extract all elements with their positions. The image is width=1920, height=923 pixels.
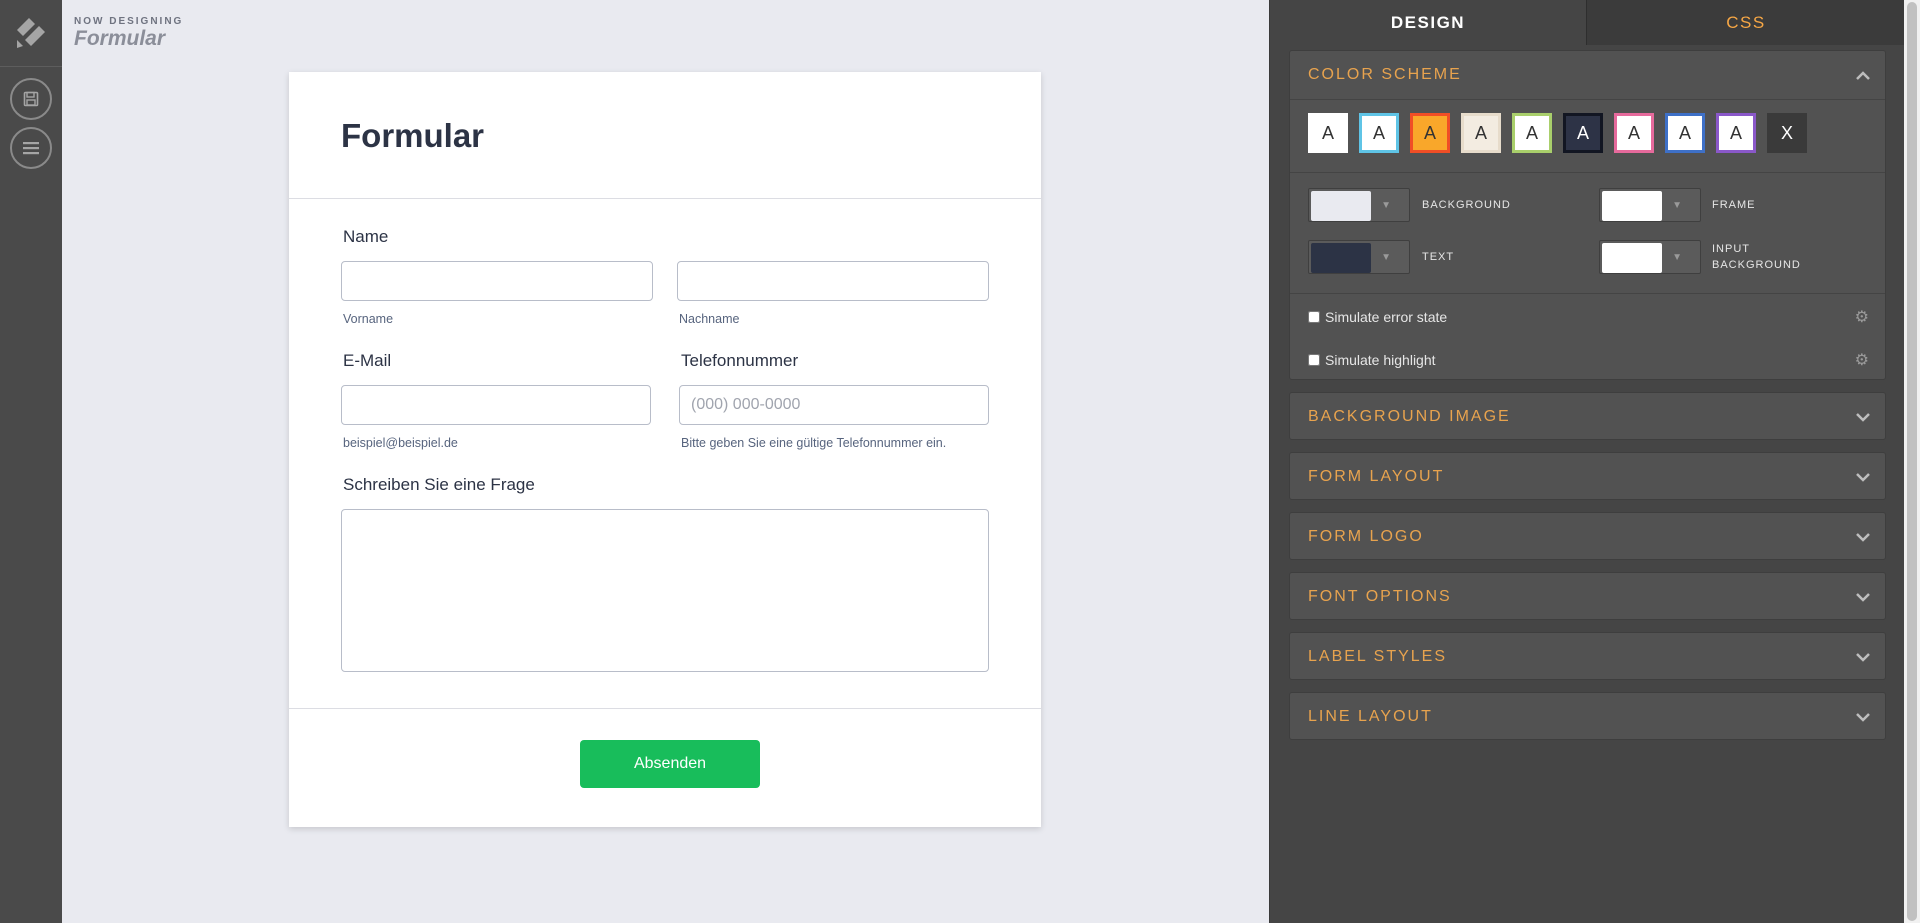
name-label: Name [343,227,389,246]
tab-css[interactable]: CSS [1586,0,1905,45]
line-layout-header[interactable]: LINE LAYOUT [1290,693,1885,741]
question-label: Schreiben Sie eine Frage [343,475,535,494]
design-panel: DESIGN CSS COLOR SCHEME AAAAAAAAAX ▼ BAC… [1269,0,1905,923]
email-label: E-Mail [343,351,392,370]
font-options-title: FONT OPTIONS [1308,588,1452,605]
phone-sublabel: Bitte geben Sie eine gültige Telefonnumm… [681,436,947,450]
form-layout-section[interactable]: FORM LAYOUT [1289,452,1886,500]
color-scheme-swatch[interactable]: A [1461,113,1501,153]
chevron-down-icon [1856,593,1870,602]
phone-label: Telefonnummer [681,351,799,370]
label-styles-header[interactable]: LABEL STYLES [1290,633,1885,681]
color-scheme-swatch[interactable]: A [1359,113,1399,153]
text-color-swatch [1311,243,1371,273]
dropdown-arrow-icon: ▼ [1672,200,1682,211]
submit-button[interactable]: Absenden [580,740,760,788]
clear-scheme-swatch[interactable]: X [1767,113,1807,153]
background-image-title: BACKGROUND IMAGE [1308,408,1511,425]
app-logo-icon[interactable] [15,16,47,50]
simulate-error-toggle[interactable]: Simulate error state [1308,309,1447,325]
save-button[interactable] [10,78,52,120]
label-styles-section[interactable]: LABEL STYLES [1289,632,1886,680]
section-divider [1290,172,1885,173]
question-textarea[interactable] [341,509,989,672]
form-logo-header[interactable]: FORM LOGO [1290,513,1885,561]
heading-divider [289,198,1041,199]
line-layout-title: LINE LAYOUT [1308,708,1433,725]
dropdown-arrow-icon: ▼ [1381,200,1391,211]
input-background-label-line2: BACKGROUND [1712,259,1801,271]
color-scheme-swatch[interactable]: A [1614,113,1654,153]
color-scheme-swatch[interactable]: A [1410,113,1450,153]
chevron-down-icon [1856,653,1870,662]
input-background-color-label: INPUT BACKGROUND [1712,241,1801,273]
form-logo-section[interactable]: FORM LOGO [1289,512,1886,560]
first-name-input[interactable] [341,261,653,301]
section-divider [1290,293,1885,294]
input-background-label-line1: INPUT [1712,243,1750,255]
dropdown-arrow-icon: ▼ [1672,252,1682,263]
dropdown-arrow-icon: ▼ [1381,252,1391,263]
simulate-highlight-label: Simulate highlight [1325,352,1436,368]
last-name-sublabel: Nachname [679,312,740,326]
simulate-error-checkbox[interactable] [1308,311,1320,323]
color-scheme-header[interactable]: COLOR SCHEME [1290,51,1885,99]
email-input[interactable] [341,385,651,425]
toolbar-divider [0,66,62,67]
simulate-highlight-toggle[interactable]: Simulate highlight [1308,352,1436,368]
background-image-section[interactable]: BACKGROUND IMAGE [1289,392,1886,440]
last-name-input[interactable] [677,261,989,301]
footer-divider [289,708,1041,709]
color-scheme-swatch[interactable]: A [1665,113,1705,153]
form-card: Formular Name Vorname Nachname E-Mail Te… [289,72,1041,827]
form-heading[interactable]: Formular [341,117,484,155]
first-name-sublabel: Vorname [343,312,394,326]
simulate-error-label: Simulate error state [1325,309,1448,325]
color-scheme-title: COLOR SCHEME [1308,66,1462,83]
simulate-highlight-checkbox[interactable] [1308,354,1320,366]
chevron-down-icon [1856,533,1870,542]
chevron-down-icon [1856,473,1870,482]
background-image-header[interactable]: BACKGROUND IMAGE [1290,393,1885,441]
color-scheme-swatch[interactable]: A [1512,113,1552,153]
chevron-down-icon [1856,713,1870,722]
form-layout-title: FORM LAYOUT [1308,468,1445,485]
font-options-header[interactable]: FONT OPTIONS [1290,573,1885,621]
gear-icon[interactable]: ⚙ [1855,350,1869,370]
background-color-picker[interactable]: ▼ [1308,188,1410,222]
phone-input[interactable] [679,385,989,425]
background-color-label: BACKGROUND [1422,199,1511,211]
left-toolbar [0,0,62,923]
frame-color-label: FRAME [1712,199,1756,211]
gear-icon[interactable]: ⚙ [1855,307,1869,327]
form-layout-header[interactable]: FORM LAYOUT [1290,453,1885,501]
chevron-down-icon [1856,413,1870,422]
color-scheme-swatch[interactable]: A [1563,113,1603,153]
email-sublabel: beispiel@beispiel.de [343,436,458,450]
now-designing-label: NOW DESIGNING [74,16,184,27]
chevron-up-icon [1856,71,1870,80]
form-logo-title: FORM LOGO [1308,528,1424,545]
line-layout-section[interactable]: LINE LAYOUT [1289,692,1886,740]
font-options-section[interactable]: FONT OPTIONS [1289,572,1886,620]
section-divider [1290,99,1885,100]
text-color-label: TEXT [1422,251,1455,263]
color-scheme-swatch[interactable]: A [1308,113,1348,153]
frame-color-picker[interactable]: ▼ [1599,188,1701,222]
text-color-picker[interactable]: ▼ [1308,240,1410,274]
hamburger-menu-icon [23,142,39,155]
floppy-disk-icon [23,91,39,107]
color-scheme-section: COLOR SCHEME AAAAAAAAAX ▼ BACKGROUND ▼ F… [1289,50,1886,380]
scrollbar-thumb[interactable] [1907,2,1917,921]
input-background-color-swatch [1602,243,1662,273]
label-styles-title: LABEL STYLES [1308,648,1448,665]
menu-button[interactable] [10,127,52,169]
color-scheme-swatch[interactable]: A [1716,113,1756,153]
input-background-color-picker[interactable]: ▼ [1599,240,1701,274]
form-name-title[interactable]: Formular [74,27,165,51]
tab-design[interactable]: DESIGN [1270,0,1586,45]
panel-tabs: DESIGN CSS [1270,0,1905,45]
background-color-swatch [1311,191,1371,221]
frame-color-swatch [1602,191,1662,221]
